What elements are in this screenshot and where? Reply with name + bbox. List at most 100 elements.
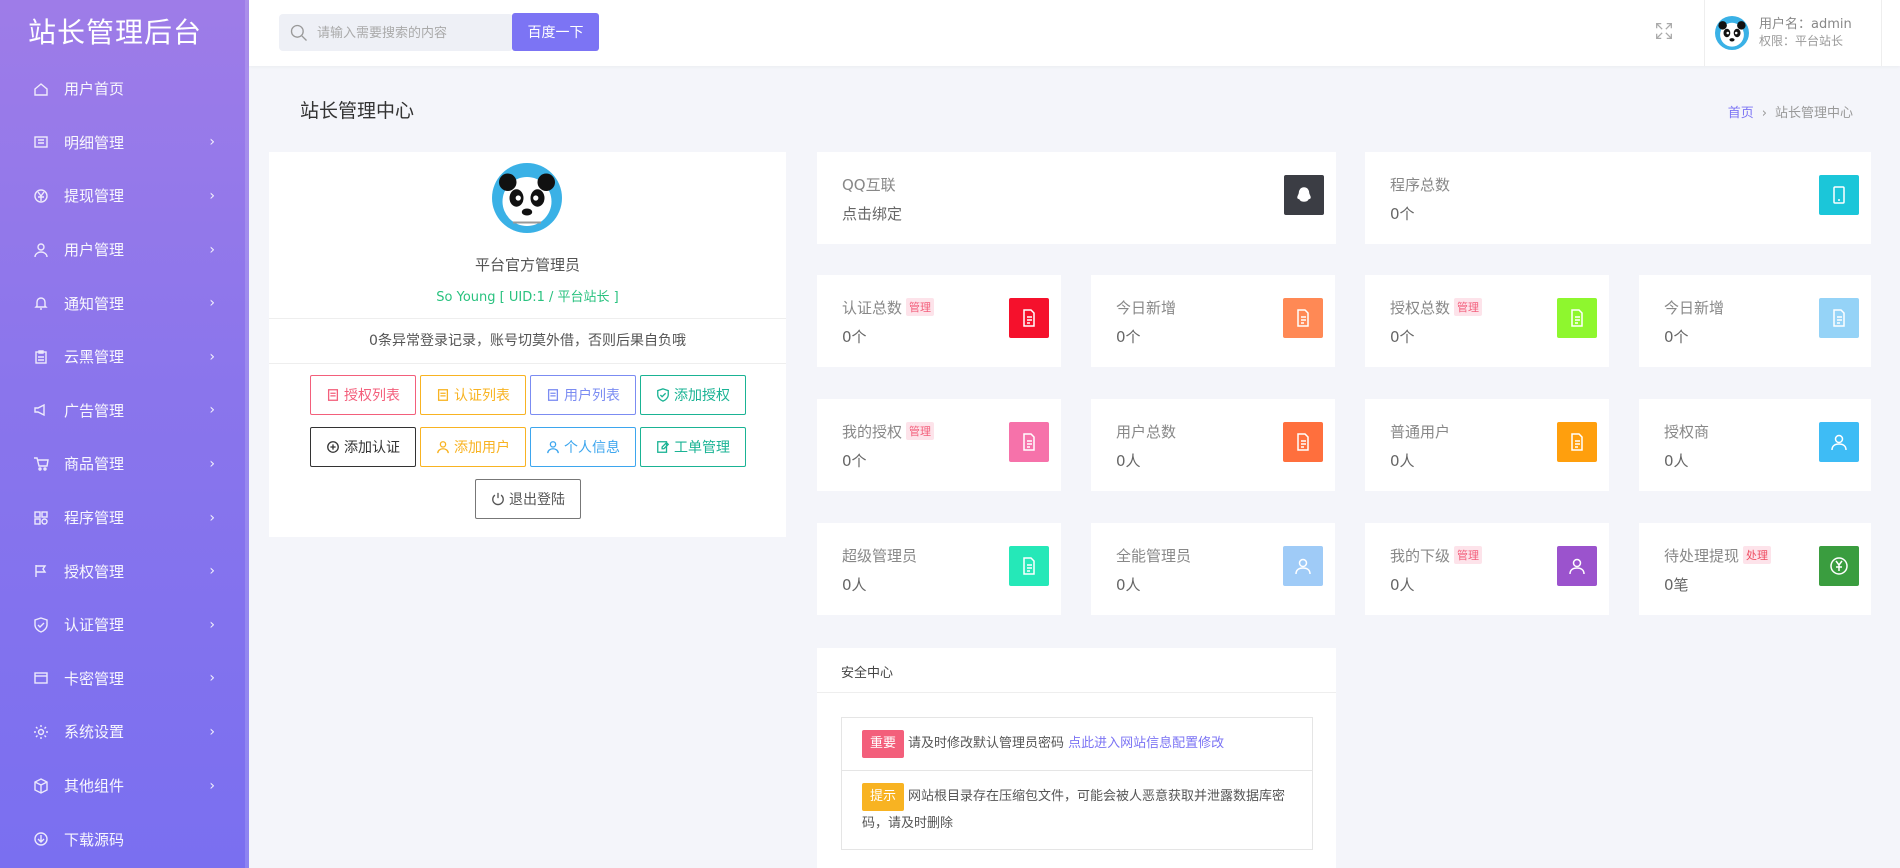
security-list: 重要 请及时修改默认管理员密码 点此进入网站信息配置修改 提示 网站根目录存在压缩包… — [841, 717, 1313, 850]
download-icon — [32, 830, 50, 848]
sidebar-item-label: 商品管理 — [64, 455, 125, 474]
chevron-right-icon: › — [209, 402, 215, 419]
fullscreen-icon[interactable] — [1653, 20, 1675, 42]
sidebar-item-6[interactable]: 云黑管理 › — [0, 330, 249, 384]
search-input[interactable] — [317, 25, 497, 40]
sidebar-item-7[interactable]: 广告管理 › — [0, 384, 249, 438]
chevron-right-icon: › — [209, 670, 215, 687]
stat-card-users[interactable]: 用户总数 0人 — [1091, 399, 1335, 491]
sidebar-item-label: 认证管理 — [64, 616, 125, 635]
apps-icon — [32, 509, 50, 527]
search-icon — [290, 24, 307, 41]
stat-card-pending-withdraw[interactable]: 待处理提现 处理 0笔 — [1639, 523, 1871, 615]
stat-icon — [1557, 546, 1597, 586]
stat-badge[interactable]: 管理 — [906, 422, 935, 440]
sidebar-item-11[interactable]: 认证管理 › — [0, 598, 249, 652]
login-notice: 0条异常登录记录，账号切莫外借，否则后果自负哦 — [369, 333, 686, 349]
divider — [817, 692, 1336, 693]
stat-icon — [1557, 298, 1597, 338]
profile-avatar — [492, 163, 562, 233]
brand-title: 站长管理后台 — [28, 16, 203, 49]
stat-value: 0个 — [1664, 328, 1689, 346]
user-menu[interactable]: 用户名：admin 权限：平台站长 — [1704, 0, 1882, 66]
stat-icon — [1819, 298, 1859, 338]
sidebar-item-5[interactable]: 通知管理 › — [0, 276, 249, 330]
add-cert-button[interactable]: 添加认证 — [310, 427, 416, 467]
auth-list-button[interactable]: 授权列表 — [310, 375, 416, 415]
logout-row: 退出登陆 — [475, 479, 581, 519]
stat-value: 0人 — [842, 576, 867, 594]
stat-value: 0个 — [1390, 205, 1415, 223]
add-user-button[interactable]: 添加用户 — [420, 427, 526, 467]
sidebar-item-15[interactable]: 下载源码 — [0, 812, 249, 866]
sidebar-item-12[interactable]: 卡密管理 › — [0, 652, 249, 706]
search-button[interactable]: 百度一下 — [512, 13, 599, 51]
shield-icon — [32, 616, 50, 634]
stat-card-today-new-a[interactable]: 今日新增 0个 — [1091, 275, 1335, 367]
divider — [269, 363, 786, 364]
chevron-right-icon: › — [209, 241, 215, 258]
stat-title: 认证总数 管理 — [842, 297, 935, 318]
stat-value: 0个 — [1390, 328, 1415, 346]
add-auth-button[interactable]: 添加授权 — [640, 375, 746, 415]
stat-card-agents[interactable]: 授权商 0人 — [1639, 399, 1871, 491]
sidebar-item-3[interactable]: 提现管理 › — [0, 169, 249, 223]
stat-card-my-auth[interactable]: 我的授权 管理 0个 — [817, 399, 1061, 491]
list-icon — [32, 133, 50, 151]
sidebar-item-2[interactable]: 明细管理 › — [0, 116, 249, 170]
stat-badge[interactable]: 管理 — [906, 298, 935, 316]
stat-value: 0人 — [1390, 576, 1415, 594]
stat-icon — [1283, 422, 1323, 462]
sidebar-item-label: 提现管理 — [64, 187, 125, 206]
flag-icon — [32, 562, 50, 580]
bell-icon — [32, 294, 50, 312]
stat-card-my-sub[interactable]: 我的下级 管理 0人 — [1365, 523, 1609, 615]
stat-badge[interactable]: 管理 — [1454, 298, 1483, 316]
sidebar-item-8[interactable]: 商品管理 › — [0, 437, 249, 491]
stat-title: 普通用户 — [1390, 423, 1451, 441]
stat-card-certs[interactable]: 认证总数 管理 0个 — [817, 275, 1061, 367]
cert-list-button[interactable]: 认证列表 — [420, 375, 526, 415]
stat-title: 授权商 — [1664, 423, 1710, 441]
profile-info-button[interactable]: 个人信息 — [530, 427, 636, 467]
stat-title: 我的下级 管理 — [1390, 545, 1483, 566]
stat-card-auths[interactable]: 授权总数 管理 0个 — [1365, 275, 1609, 367]
chevron-right-icon: › — [209, 509, 215, 526]
sidebar-item-1[interactable]: 用户首页 — [0, 62, 249, 116]
profile-uid: So Young [ UID:1 / 平台站长 ] — [436, 290, 619, 305]
stat-card-programs[interactable]: 程序总数 0个 — [1365, 152, 1871, 244]
site-config-link[interactable]: 点此进入网站信息配置修改 — [1068, 736, 1224, 751]
stat-icon — [1009, 422, 1049, 462]
logout-button[interactable]: 退出登陆 — [475, 479, 581, 519]
stat-badge[interactable]: 处理 — [1743, 546, 1772, 564]
stat-icon — [1284, 175, 1324, 215]
quick-actions-row-1: 授权列表 认证列表 用户列表 添加授权 — [310, 375, 746, 415]
stat-title: 我的授权 管理 — [842, 421, 935, 442]
stat-card-all-admin[interactable]: 全能管理员 0人 — [1091, 523, 1335, 615]
stat-title: 程序总数 — [1390, 176, 1451, 194]
stat-value: 0个 — [842, 328, 867, 346]
stat-card-today-new-b[interactable]: 今日新增 0个 — [1639, 275, 1871, 367]
important-badge: 重要 — [862, 730, 905, 758]
sidebar-item-10[interactable]: 授权管理 › — [0, 544, 249, 598]
sidebar-item-9[interactable]: 程序管理 › — [0, 491, 249, 545]
user-name: 用户名：admin — [1759, 17, 1852, 32]
stat-title: QQ互联 — [842, 176, 896, 194]
stat-value: 0人 — [1664, 452, 1689, 470]
stat-badge[interactable]: 管理 — [1454, 546, 1483, 564]
breadcrumb-home[interactable]: 首页 — [1728, 106, 1754, 121]
stat-card-normal-users[interactable]: 普通用户 0人 — [1365, 399, 1609, 491]
sidebar-item-13[interactable]: 系统设置 › — [0, 705, 249, 759]
clipboard-icon — [32, 348, 50, 366]
sidebar-item-4[interactable]: 用户管理 › — [0, 223, 249, 277]
sidebar-scrollbar[interactable] — [245, 0, 249, 868]
stat-value: 点击绑定 — [842, 205, 903, 223]
stat-card-super-admin[interactable]: 超级管理员 0人 — [817, 523, 1061, 615]
stat-card-qq[interactable]: QQ互联点击绑定 — [817, 152, 1336, 244]
card-icon — [32, 669, 50, 687]
ticket-manage-button[interactable]: 工单管理 — [640, 427, 746, 467]
profile-name: 平台官方管理员 — [474, 256, 580, 274]
top-header: 百度一下 用户名：admin 权限：平台站长 — [249, 0, 1900, 66]
user-list-button[interactable]: 用户列表 — [530, 375, 636, 415]
sidebar-item-14[interactable]: 其他组件 › — [0, 759, 249, 813]
